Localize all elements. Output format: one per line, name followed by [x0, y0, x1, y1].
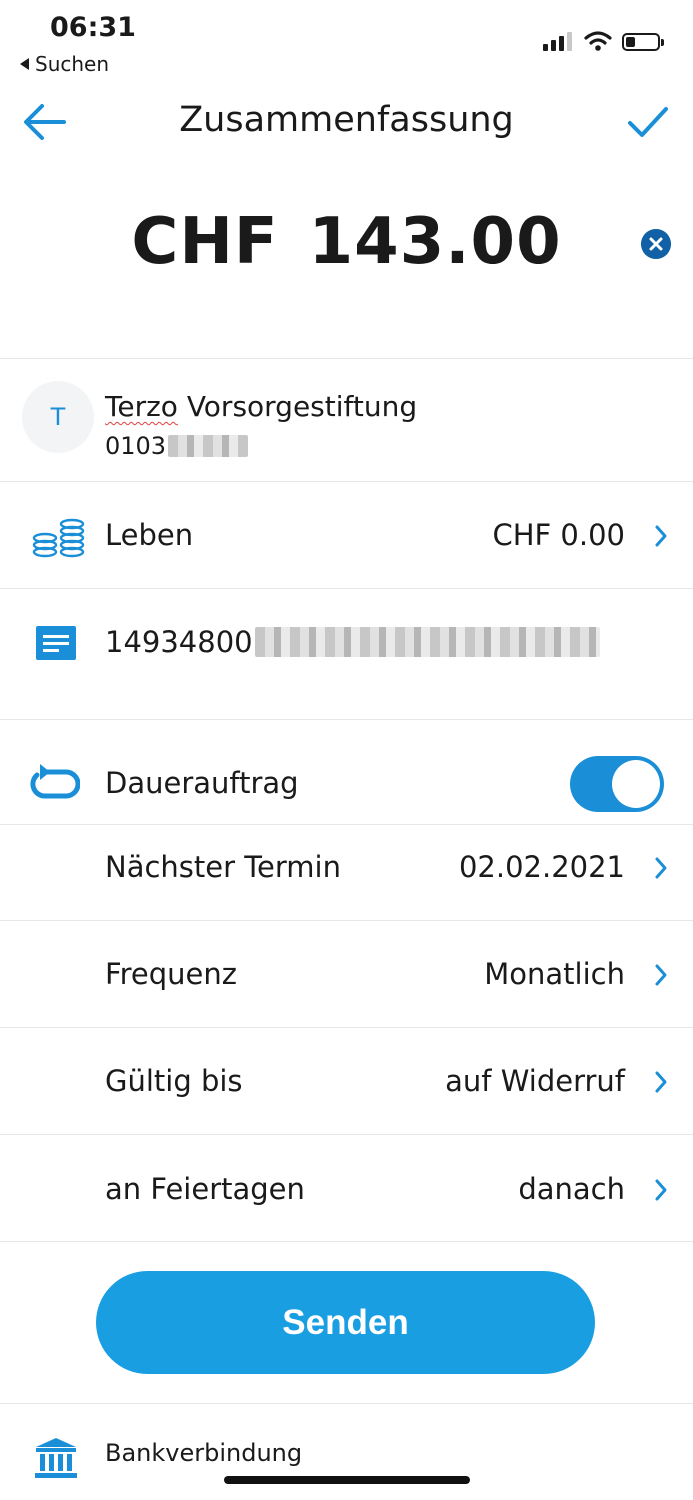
coins-icon [32, 518, 85, 558]
divider [0, 824, 693, 825]
bank-icon [35, 1438, 77, 1478]
amount-value: 143.00 [308, 205, 562, 279]
next-date-label: Nächster Termin [105, 850, 341, 884]
chevron-right-icon[interactable] [654, 524, 668, 548]
recipient-name-part1: Terzo [105, 390, 178, 423]
recipient-avatar: T [22, 381, 94, 453]
cellular-signal-icon [543, 32, 572, 51]
divider [0, 1241, 693, 1242]
recipient-name[interactable]: Terzo Vorsorgestiftung [105, 390, 417, 423]
bank-connection-label[interactable]: Bankverbindung [105, 1439, 302, 1467]
divider [0, 920, 693, 921]
chevron-right-icon[interactable] [654, 963, 668, 987]
divider [0, 1403, 693, 1404]
valid-until-label: Gültig bis [105, 1064, 243, 1098]
chevron-right-icon[interactable] [654, 1070, 668, 1094]
confirm-check-icon[interactable] [626, 102, 670, 142]
divider [0, 1134, 693, 1135]
account-type-value: CHF 0.00 [492, 518, 625, 552]
chevron-right-icon[interactable] [654, 1178, 668, 1202]
redacted-reference-blur [254, 627, 600, 657]
page-title: Zusammenfassung [179, 100, 514, 140]
divider [0, 719, 693, 720]
redacted-account-blur [168, 435, 249, 457]
status-time: 06:31 [50, 12, 136, 43]
standing-order-toggle[interactable] [570, 756, 664, 812]
clear-amount-icon[interactable] [641, 229, 671, 259]
send-button[interactable]: Senden [96, 1271, 595, 1374]
standing-order-label: Dauerauftrag [105, 766, 299, 800]
frequency-value: Monatlich [484, 957, 625, 991]
recipient-account-visible: 0103 [105, 432, 167, 460]
next-date-value: 02.02.2021 [458, 850, 625, 884]
amount-currency: CHF [131, 205, 279, 279]
recipient-account: 0103 [105, 432, 249, 460]
back-triangle-icon [20, 58, 29, 70]
back-app-label: Suchen [35, 52, 110, 76]
recurring-icon [30, 764, 80, 799]
battery-icon [622, 33, 664, 51]
divider [0, 481, 693, 482]
recipient-name-part2: Vorsorgestiftung [177, 390, 418, 423]
holidays-label: an Feiertagen [105, 1172, 305, 1206]
home-indicator[interactable] [224, 1476, 470, 1484]
holidays-value: danach [518, 1172, 625, 1206]
divider [0, 358, 693, 359]
divider [0, 588, 693, 589]
back-to-app-link[interactable]: Suchen [20, 52, 109, 76]
reference-visible: 14934800 [105, 625, 253, 659]
message-document-icon [36, 626, 76, 660]
reference-number[interactable]: 14934800 [105, 625, 600, 659]
account-type-label: Leben [105, 518, 194, 552]
amount-display: CHF 143.00 [0, 205, 693, 279]
valid-until-value: auf Widerruf [445, 1064, 625, 1098]
chevron-right-icon[interactable] [654, 856, 668, 880]
divider [0, 1027, 693, 1028]
frequency-label: Frequenz [105, 957, 237, 991]
wifi-icon [584, 31, 612, 51]
